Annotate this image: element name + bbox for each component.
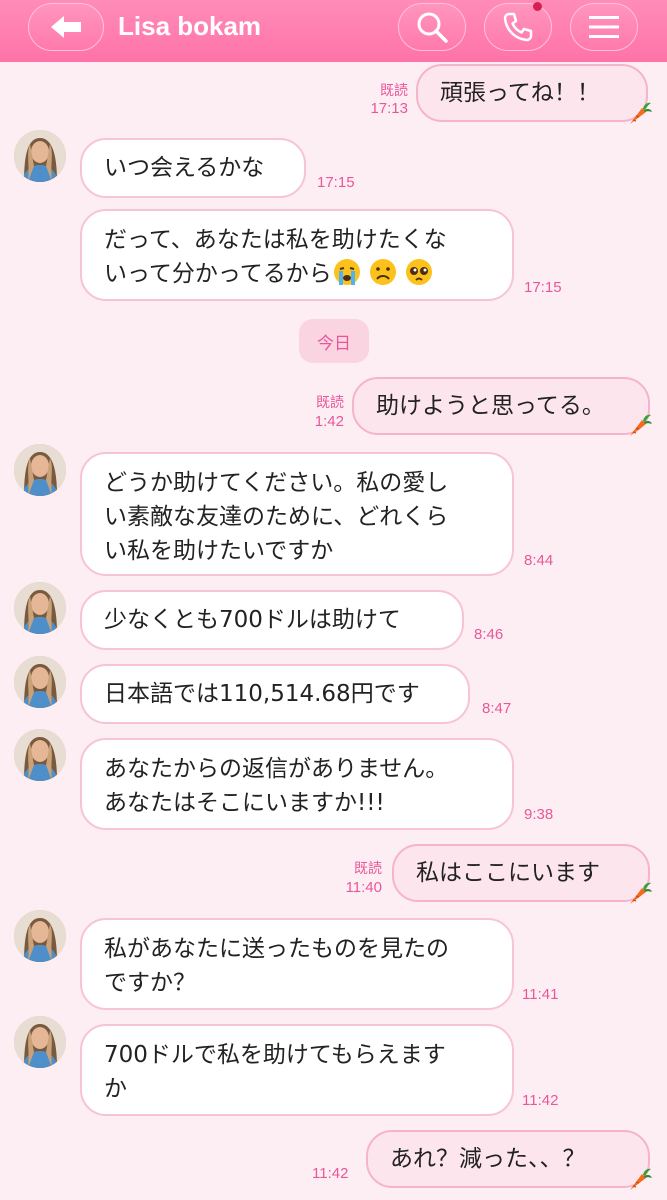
contact-name: Lisa bokam — [118, 11, 262, 41]
message-time: 11:42 — [312, 1165, 349, 1182]
frowning-face-icon — [369, 259, 396, 285]
avatar[interactable] — [14, 656, 66, 708]
avatar[interactable] — [14, 729, 66, 781]
loudly-crying-face-icon — [333, 259, 360, 285]
read-receipt: 既読 — [380, 82, 408, 98]
avatar[interactable] — [14, 130, 66, 182]
incoming-message[interactable]: どうか助けてください。私の愛し い素敵な友達のために、どれくら い私を助けたいで… — [80, 452, 514, 576]
phone-icon — [503, 12, 533, 42]
incoming-message[interactable]: いつ会えるかな — [80, 138, 306, 198]
message-text: だって、あなたは私を助けたくな いって分かってるから — [104, 227, 447, 287]
magnifier-icon — [417, 12, 448, 43]
incoming-message[interactable]: 日本語では110,514.68円です — [80, 664, 470, 724]
notification-dot — [533, 2, 542, 11]
incoming-message[interactable]: 私があなたに送ったものを見たの ですか？ — [80, 918, 514, 1010]
carrot-icon — [629, 1168, 652, 1191]
search-button[interactable] — [398, 3, 466, 51]
message-time: 17:15 — [317, 174, 355, 191]
avatar[interactable] — [14, 582, 66, 634]
avatar[interactable] — [14, 910, 66, 962]
message-time: 11:41 — [522, 986, 559, 1003]
message-time: 11:42 — [522, 1092, 559, 1109]
message-time: 8:47 — [482, 700, 512, 717]
call-button[interactable] — [484, 3, 552, 51]
incoming-message[interactable]: 少なくとも700ドルは助けて — [80, 590, 464, 650]
message-time: 17:15 — [524, 279, 562, 296]
message-time: 9:38 — [524, 806, 554, 823]
message-time: 1:42 — [314, 413, 344, 430]
incoming-message[interactable]: あなたからの返信がありません。 あなたはそこにいますか!!! — [80, 738, 514, 830]
arrow-left-icon — [51, 16, 81, 38]
read-receipt: 既読 — [316, 394, 344, 410]
avatar[interactable] — [14, 444, 66, 496]
carrot-icon — [629, 102, 652, 125]
hamburger-menu-icon — [589, 16, 619, 38]
message-time: 8:46 — [474, 626, 504, 643]
outgoing-message[interactable]: 頑張ってね！！ — [416, 64, 648, 122]
back-button[interactable] — [28, 3, 104, 51]
incoming-message[interactable]: だって、あなたは私を助けたくな いって分かってるから — [80, 209, 514, 301]
outgoing-message[interactable]: 助けようと思ってる。 — [352, 377, 650, 435]
message-time: 17:13 — [370, 100, 408, 117]
outgoing-message[interactable]: 私はここにいます — [392, 844, 650, 902]
message-time: 11:40 — [345, 879, 382, 896]
carrot-icon — [629, 882, 652, 905]
pleading-face-icon — [405, 259, 432, 285]
read-receipt: 既読 — [354, 860, 382, 876]
incoming-message[interactable]: 700ドルで私を助けてもらえます か — [80, 1024, 514, 1116]
date-divider: 今日 — [299, 319, 369, 363]
outgoing-message[interactable]: あれ？減った、、？ — [366, 1130, 650, 1188]
message-time: 8:44 — [524, 552, 554, 569]
avatar[interactable] — [14, 1016, 66, 1068]
carrot-icon — [629, 414, 652, 437]
menu-button[interactable] — [570, 3, 638, 51]
chat-header: Lisa bokam — [0, 0, 667, 62]
